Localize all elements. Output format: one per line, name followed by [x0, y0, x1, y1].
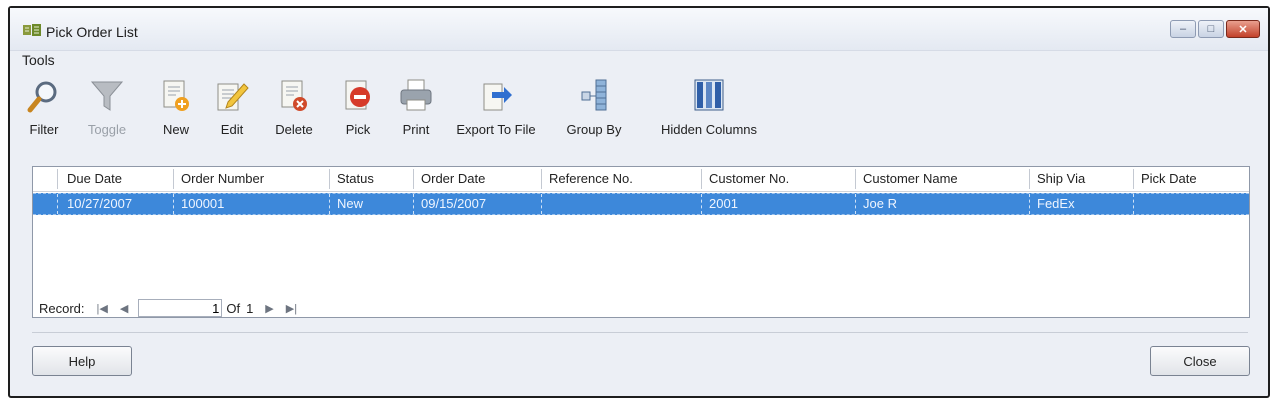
- column-header-customer-no[interactable]: Customer No.: [709, 171, 789, 186]
- column-header-pick-date[interactable]: Pick Date: [1141, 171, 1197, 186]
- toolbar-print-label: Print: [402, 122, 430, 137]
- cell-separator: [413, 194, 415, 214]
- column-header-customer-name[interactable]: Customer Name: [863, 171, 958, 186]
- first-record-icon[interactable]: |◀: [97, 302, 108, 315]
- toolbar-new-label: New: [162, 122, 189, 137]
- pick-order-grid: Due Date Order Number Status Order Date …: [32, 166, 1250, 318]
- toolbar-hidden-columns-label: Hidden Columns: [660, 122, 758, 137]
- column-separator: [329, 169, 330, 189]
- cell-separator: [329, 194, 331, 214]
- column-separator: [855, 169, 856, 189]
- cell-order-number: 100001: [181, 196, 225, 211]
- close-window-button[interactable]: ✕: [1226, 20, 1260, 38]
- group-by-icon: [581, 79, 607, 111]
- maximize-button[interactable]: □: [1198, 20, 1224, 38]
- window-title: Pick Order List: [46, 24, 138, 40]
- table-row[interactable]: 10/27/2007 100001 New 09/15/2007 2001 Jo…: [33, 193, 1249, 215]
- cell-status: New: [337, 196, 364, 211]
- last-record-icon[interactable]: ▶|: [286, 302, 297, 315]
- record-number-input[interactable]: [138, 299, 223, 317]
- delete-document-icon: [281, 80, 307, 111]
- columns-icon: [694, 79, 724, 111]
- toolbar-filter[interactable]: Filter: [24, 78, 64, 137]
- toolbar-pick-label: Pick: [345, 122, 371, 137]
- toolbar-toggle-label: Toggle: [87, 122, 127, 137]
- magnifier-icon: [27, 81, 57, 113]
- cell-separator: [541, 194, 543, 214]
- toolbar: Filter Toggle New Edit Delete Pick Print…: [24, 78, 1268, 158]
- cell-separator: [1133, 194, 1135, 214]
- cell-customer-name: Joe R: [863, 196, 897, 211]
- pick-stop-icon: [345, 80, 370, 110]
- cell-separator: [1029, 194, 1031, 214]
- column-separator: [701, 169, 702, 189]
- close-button[interactable]: Close: [1150, 346, 1250, 376]
- app-icon: [23, 24, 41, 36]
- minimize-button[interactable]: –: [1170, 20, 1196, 38]
- funnel-icon: [90, 81, 124, 111]
- edit-pencil-icon: [217, 83, 249, 111]
- title-bar: Pick Order List – □ ✕: [10, 8, 1268, 51]
- column-header-order-number[interactable]: Order Number: [181, 171, 264, 186]
- help-button[interactable]: Help: [32, 346, 132, 376]
- cell-order-date: 09/15/2007: [421, 196, 487, 211]
- column-header-reference-no[interactable]: Reference No.: [549, 171, 633, 186]
- pick-order-list-window: Pick Order List – □ ✕ Tools Filter Toggl…: [8, 6, 1270, 398]
- toolbar-export-to-file[interactable]: Export To File: [454, 78, 538, 137]
- cell-due-date: 10/27/2007: [67, 196, 133, 211]
- toolbar-group-by[interactable]: Group By: [564, 78, 624, 137]
- column-separator: [1029, 169, 1030, 189]
- new-document-icon: [163, 80, 189, 111]
- previous-record-icon[interactable]: ◀: [120, 302, 128, 315]
- column-header-status[interactable]: Status: [337, 171, 374, 186]
- menu-tools[interactable]: Tools: [22, 52, 55, 68]
- column-separator: [413, 169, 414, 189]
- cell-separator: [57, 194, 59, 214]
- toolbar-hidden-columns[interactable]: Hidden Columns: [654, 78, 764, 137]
- record-label: Record:: [39, 300, 85, 316]
- cell-separator: [855, 194, 857, 214]
- column-separator: [173, 169, 174, 189]
- toolbar-edit-label: Edit: [220, 122, 244, 137]
- column-header-order-date[interactable]: Order Date: [421, 171, 485, 186]
- next-record-icon[interactable]: ▶: [265, 302, 273, 315]
- cell-separator: [173, 194, 175, 214]
- column-header-ship-via[interactable]: Ship Via: [1037, 171, 1085, 186]
- toolbar-delete-label: Delete: [275, 122, 313, 137]
- cell-separator: [701, 194, 703, 214]
- cell-ship-via: FedEx: [1037, 196, 1075, 211]
- export-arrow-icon: [483, 83, 512, 111]
- toolbar-new[interactable]: New: [156, 78, 196, 137]
- toolbar-filter-label: Filter: [29, 122, 59, 137]
- column-separator: [541, 169, 542, 189]
- toolbar-group-by-label: Group By: [566, 122, 622, 137]
- toolbar-print[interactable]: Print: [396, 78, 436, 137]
- column-header-due-date[interactable]: Due Date: [67, 171, 122, 186]
- toolbar-edit[interactable]: Edit: [212, 78, 252, 137]
- footer-divider: [32, 332, 1248, 333]
- toolbar-toggle[interactable]: Toggle: [78, 78, 136, 137]
- grid-header: Due Date Order Number Status Order Date …: [33, 167, 1249, 192]
- column-separator: [1133, 169, 1134, 189]
- record-navigator: Record: |◀ ◀ Of 1 ▶ ▶|: [39, 299, 297, 317]
- record-total: 1: [246, 300, 254, 316]
- column-separator: [57, 169, 58, 189]
- cell-customer-no: 2001: [709, 196, 738, 211]
- toolbar-delete[interactable]: Delete: [268, 78, 320, 137]
- record-of-label: Of: [226, 300, 241, 316]
- toolbar-pick[interactable]: Pick: [338, 78, 378, 137]
- printer-icon: [400, 79, 432, 111]
- toolbar-export-label: Export To File: [456, 122, 536, 137]
- menu-bar: Tools: [22, 52, 55, 68]
